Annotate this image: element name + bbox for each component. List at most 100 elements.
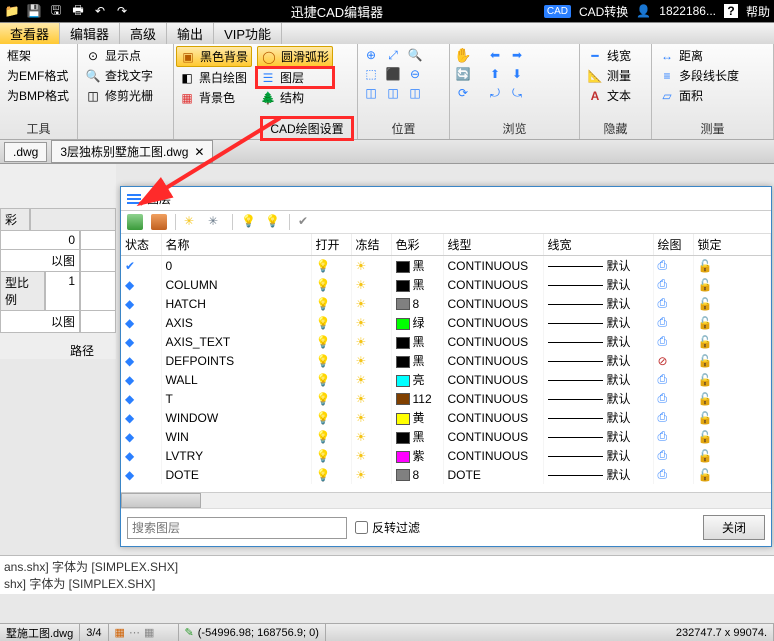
sun-icon[interactable]: ☀ [356,373,367,387]
close-button[interactable]: 关闭 [703,515,765,540]
apply-icon[interactable]: ✔ [298,214,314,230]
btn-polyline-length[interactable]: ≡多段线长度 [656,66,769,85]
scrollbar-thumb[interactable] [121,493,201,508]
printer-icon[interactable]: ⎙ [658,448,668,462]
printer-icon[interactable]: ⎙ [658,410,668,424]
orbit-icon[interactable]: 🔄 [454,65,472,83]
search-layer-input[interactable] [127,517,347,539]
bulb-icon[interactable]: 💡 [316,468,331,482]
color-cell[interactable]: 黑 [391,332,443,351]
zoom-reset-icon[interactable]: ⊖ [406,65,424,83]
file-tab-2[interactable]: 3层独栋别墅施工图.dwg✕ [51,140,213,163]
table-row[interactable]: ◆COLUMN💡☀黑CONTINUOUS默认⎙🔓 [121,275,771,294]
linetype-cell[interactable]: CONTINUOUS [443,446,543,465]
invert-filter-checkbox[interactable]: 反转过滤 [355,519,420,536]
color-cell[interactable]: 112 [391,389,443,408]
help-label[interactable]: 帮助 [746,3,770,20]
tab-advanced[interactable]: 高级 [120,23,167,44]
btn-emf[interactable]: 为EMF格式 [4,66,73,85]
th-open[interactable]: 打开 [311,234,351,256]
printer-icon[interactable]: ⎙ [658,391,668,405]
arrow-down-icon[interactable]: ⬇ [508,65,526,83]
btn-layers[interactable]: ☰图层 [257,68,333,87]
bulb-off-icon[interactable]: 💡 [265,214,281,230]
color-cell[interactable]: 黑 [391,427,443,446]
btn-text[interactable]: A文本 [584,86,647,105]
lineweight-cell[interactable]: 默认 [543,446,653,465]
bulb-on-icon[interactable]: 💡 [241,214,257,230]
btn-trim-raster[interactable]: ◫修剪光栅 [82,86,169,105]
btn-find-text[interactable]: 🔍查找文字 [82,66,169,85]
btn-distance[interactable]: ↔距离 [656,46,769,65]
freeze-icon[interactable]: ✳ [184,214,200,230]
layer-table[interactable]: 状态 名称 打开 冻结 色彩 线型 线宽 绘图 锁定 ✔0💡☀黑CONTINUO… [121,234,771,492]
sun-icon[interactable]: ☀ [356,392,367,406]
btn-show-points[interactable]: ⊙显示点 [82,46,169,65]
lock-icon[interactable]: 🔓 [698,411,713,425]
sun-icon[interactable]: ☀ [356,468,367,482]
color-cell[interactable]: 亮 [391,370,443,389]
close-tab-icon[interactable]: ✕ [194,145,204,159]
zoom-out-icon[interactable]: 🔍 [406,46,424,64]
printer-icon[interactable]: ⎙ [658,258,668,272]
cad-convert-link[interactable]: CAD转换 [579,3,628,20]
table-row[interactable]: ✔0💡☀黑CONTINUOUS默认⎙🔓 [121,256,771,276]
print-icon[interactable]: 🖶 [70,3,86,19]
printer-icon[interactable]: ⎙ [658,296,668,310]
btn-frame[interactable]: 框架 [4,46,73,65]
bulb-icon[interactable]: 💡 [316,354,331,368]
th-linetype[interactable]: 线型 [443,234,543,256]
bulb-icon[interactable]: 💡 [316,335,331,349]
lineweight-cell[interactable]: 默认 [543,408,653,427]
linetype-cell[interactable]: CONTINUOUS [443,427,543,446]
noprint-icon[interactable]: ⊘ [658,354,668,368]
color-cell[interactable]: 紫 [391,446,443,465]
linetype-cell[interactable]: DOTE [443,465,543,484]
table-row[interactable]: ◆WALL💡☀亮CONTINUOUS默认⎙🔓 [121,370,771,389]
lineweight-cell[interactable]: 默认 [543,313,653,332]
linetype-cell[interactable]: CONTINUOUS [443,313,543,332]
printer-icon[interactable]: ⎙ [658,467,668,481]
table-row[interactable]: ◆DOTE💡☀8DOTE默认⎙🔓 [121,465,771,484]
nav-icon-3[interactable]: ◫ [406,84,424,102]
nav-icon-1[interactable]: ◫ [362,84,380,102]
arrow-up-icon[interactable]: ⬆ [486,65,504,83]
sun-icon[interactable]: ☀ [356,335,367,349]
btn-bw-draw[interactable]: ◧黑白绘图 [176,68,252,87]
btn-bmp[interactable]: 为BMP格式 [4,86,73,105]
lock-icon[interactable]: 🔓 [698,373,713,387]
undo-icon[interactable]: ↶ [92,3,108,19]
lock-icon[interactable]: 🔓 [698,335,713,349]
th-freeze[interactable]: 冻结 [351,234,391,256]
printer-icon[interactable]: ⎙ [658,372,668,386]
save-all-icon[interactable]: 🖫 [48,3,64,19]
linetype-cell[interactable]: CONTINUOUS [443,389,543,408]
end-icon[interactable]: ⤿ [508,84,526,102]
save-icon[interactable]: 💾 [26,3,42,19]
horizontal-scrollbar[interactable] [121,492,771,508]
lock-icon[interactable]: 🔓 [698,354,713,368]
btn-bg-color[interactable]: ▦背景色 [176,88,252,107]
bulb-icon[interactable]: 💡 [316,316,331,330]
folder-icon[interactable]: 📁 [4,3,20,19]
thaw-icon[interactable]: ✳ [208,214,224,230]
btn-black-bg[interactable]: ▣黑色背景 [176,46,252,67]
color-cell[interactable]: 黑 [391,275,443,294]
lock-icon[interactable]: 🔓 [698,278,713,292]
lineweight-cell[interactable]: 默认 [543,370,653,389]
color-cell[interactable]: 黄 [391,408,443,427]
printer-icon[interactable]: ⎙ [658,334,668,348]
linetype-cell[interactable]: CONTINUOUS [443,256,543,276]
extents-icon[interactable]: ⬚ [362,65,380,83]
sun-icon[interactable]: ☀ [356,297,367,311]
bulb-icon[interactable]: 💡 [316,411,331,425]
user-label[interactable]: 1822186... [659,4,716,18]
lineweight-cell[interactable]: 默认 [543,294,653,313]
table-row[interactable]: ◆DEFPOINTS💡☀黑CONTINUOUS默认⊘🔓 [121,351,771,370]
th-status[interactable]: 状态 [121,234,161,256]
linetype-cell[interactable]: CONTINUOUS [443,332,543,351]
file-tab-1[interactable]: .dwg [4,142,47,162]
table-row[interactable]: ◆LVTRY💡☀紫CONTINUOUS默认⎙🔓 [121,446,771,465]
delete-layer-icon[interactable] [151,214,167,230]
tab-vip[interactable]: VIP功能 [214,23,282,44]
